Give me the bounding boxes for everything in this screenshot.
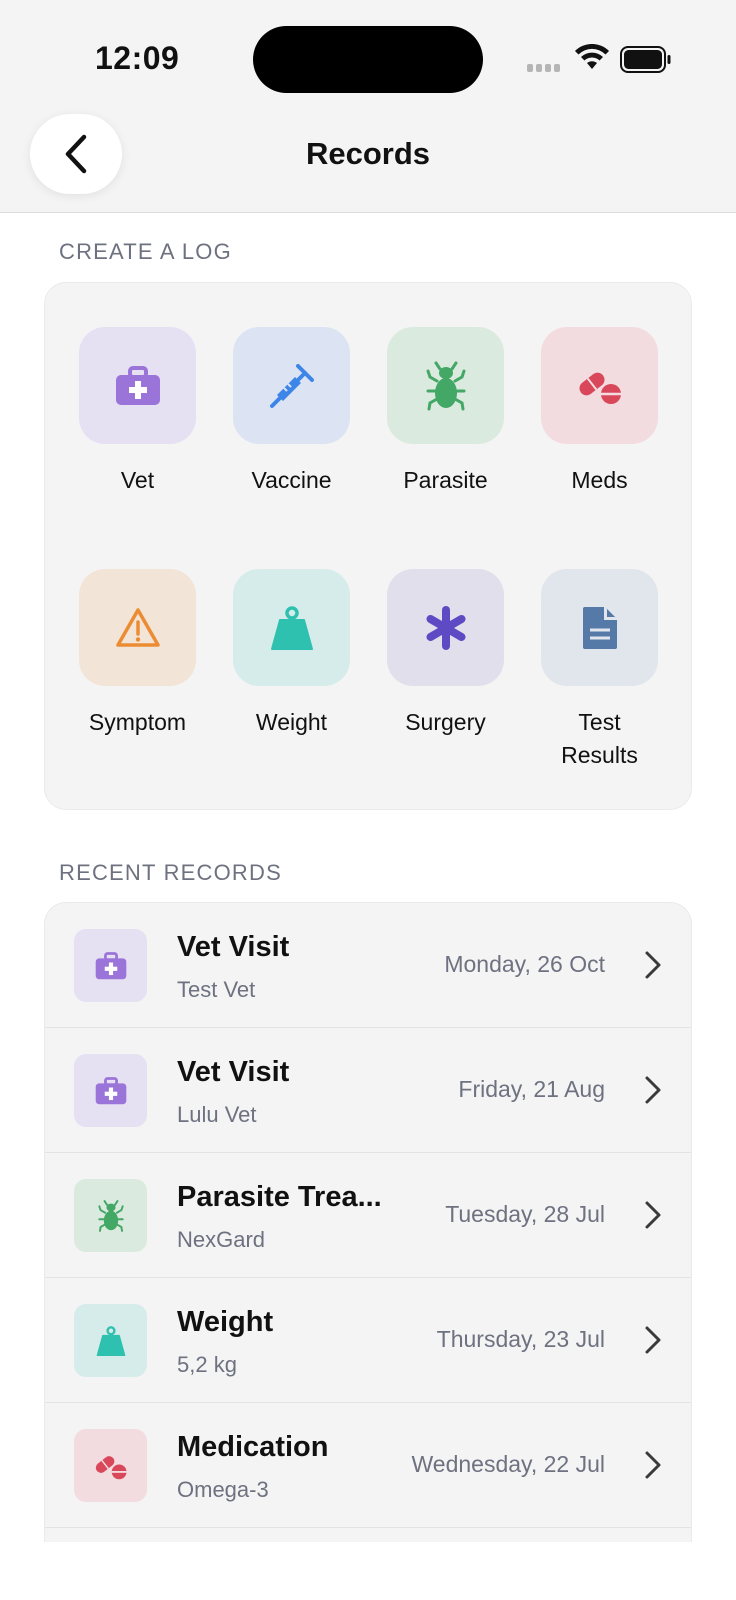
tile-icon-bg (79, 569, 196, 686)
record-title: Medication (177, 1431, 329, 1463)
create-weight-tile[interactable]: Weight (233, 569, 350, 739)
tile-icon-bg (387, 327, 504, 444)
tile-icon-bg (233, 327, 350, 444)
record-subtitle: Omega-3 (177, 1477, 269, 1502)
tile-icon-bg (79, 327, 196, 444)
medical-bag-icon (95, 1076, 126, 1104)
recent-section-label: RECENT RECORDS (59, 860, 282, 885)
tile-label-meds: Meds (571, 467, 628, 493)
record-title: Parasite Trea... (177, 1181, 382, 1213)
row-icon-bg (74, 929, 147, 1002)
record-date: Thursday, 23 Jul (436, 1326, 605, 1352)
record-title: Vet Visit (177, 1056, 290, 1088)
weight-icon (96, 1325, 125, 1356)
row-icon-bg (74, 1054, 147, 1127)
chevron-right-icon (645, 1201, 661, 1229)
medical-bag-icon (95, 951, 126, 979)
record-subtitle: Test Vet (177, 977, 256, 1002)
record-row[interactable]: Weight 5,2 kg Thursday, 23 Jul (45, 1278, 691, 1403)
chevron-right-icon (645, 1326, 661, 1354)
record-row[interactable]: Vet Visit Lulu Vet Friday, 21 Aug (45, 1028, 691, 1153)
tile-icon-bg (233, 569, 350, 686)
create-log-grid: Vet Vaccine Parasite Meds Symptom Weight… (44, 282, 692, 810)
medical-bag-icon (115, 365, 160, 405)
pills-icon (95, 1455, 127, 1479)
create-surgery-tile[interactable]: Surgery (387, 569, 504, 739)
tile-label-symptom: Symptom (88, 709, 187, 735)
create-meds-tile[interactable]: Meds (541, 327, 658, 497)
create-section-label: CREATE A LOG (59, 239, 232, 264)
record-subtitle: Lulu Vet (177, 1102, 257, 1127)
record-date: Friday, 21 Aug (458, 1076, 605, 1102)
warning-icon (115, 607, 160, 647)
document-icon (582, 606, 617, 649)
tile-label-test-results: Test Results (561, 709, 638, 768)
battery-icon (620, 46, 671, 73)
tile-label-weight: Weight (255, 709, 328, 735)
chevron-right-icon (645, 1451, 661, 1479)
record-row[interactable]: Vet Visit Test Vet Monday, 26 Oct (45, 903, 691, 1028)
record-date: Wednesday, 22 Jul (411, 1451, 606, 1477)
record-date: Tuesday, 28 Jul (445, 1201, 605, 1227)
cellular-signal-icon (527, 64, 560, 72)
tile-label-parasite: Parasite (403, 467, 488, 493)
weight-icon (270, 605, 313, 650)
create-vaccine-tile[interactable]: Vaccine (233, 327, 350, 497)
row-icon-bg (74, 1179, 147, 1252)
create-test-results-tile[interactable]: Test Results (541, 569, 658, 772)
tile-label-vaccine: Vaccine (251, 467, 332, 493)
tile-icon-bg (387, 569, 504, 686)
create-symptom-tile[interactable]: Symptom (79, 569, 196, 739)
row-icon-bg (74, 1429, 147, 1502)
wifi-icon (575, 44, 609, 69)
dynamic-island (253, 26, 483, 93)
create-parasite-tile[interactable]: Parasite (387, 327, 504, 497)
create-vet-tile[interactable]: Vet (79, 327, 196, 497)
nav-header: 12:09 Records (0, 0, 736, 213)
chevron-right-icon (645, 951, 661, 979)
record-title: Vet Visit (177, 931, 290, 963)
record-row[interactable]: Parasite Trea... NexGard Tuesday, 28 Jul (45, 1153, 691, 1278)
pills-icon (578, 372, 621, 404)
record-subtitle: 5,2 kg (177, 1352, 237, 1377)
record-title: Weight (177, 1306, 274, 1338)
asterisk-icon (426, 605, 465, 650)
tile-label-vet: Vet (120, 467, 155, 493)
bug-icon (97, 1199, 124, 1232)
tile-icon-bg (541, 327, 658, 444)
row-icon-bg (74, 1304, 147, 1377)
status-time: 12:09 (95, 40, 180, 76)
record-date: Monday, 26 Oct (444, 951, 605, 977)
tile-label-surgery: Surgery (405, 709, 486, 735)
chevron-right-icon (645, 1076, 661, 1104)
tile-icon-bg (541, 569, 658, 686)
bug-icon (426, 361, 465, 410)
record-row[interactable]: Medication Omega-3 Wednesday, 22 Jul (45, 1403, 691, 1528)
page-title: Records (305, 136, 431, 171)
recent-records-list: Vet Visit Test Vet Monday, 26 Oct Vet Vi… (44, 902, 692, 1542)
syringe-icon (269, 363, 314, 408)
record-subtitle: NexGard (177, 1227, 266, 1252)
